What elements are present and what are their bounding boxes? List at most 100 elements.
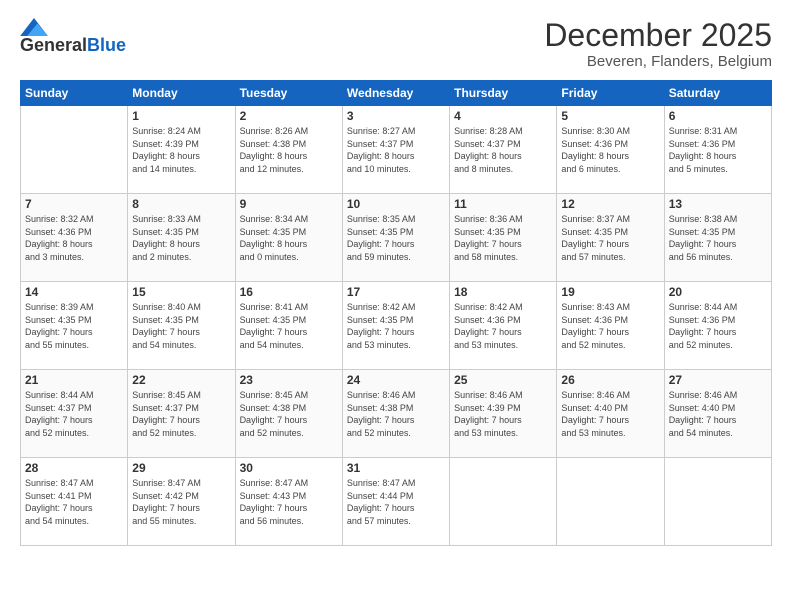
calendar-cell: 25 Sunrise: 8:46 AM Sunset: 4:39 PM Dayli… [450,370,557,458]
calendar-cell: 21Sunrise: 8:44 AM Sunset: 4:37 PM Dayli… [21,370,128,458]
calendar-cell: 14Sunrise: 8:39 AM Sunset: 4:35 PM Dayli… [21,282,128,370]
day-number: 17 [347,285,445,299]
calendar-cell: 12 Sunrise: 8:37 AM Sunset: 4:35 PM Dayli… [557,194,664,282]
calendar-week-2: 7Sunrise: 8:32 AM Sunset: 4:36 PM Daylig… [21,194,772,282]
day-number: 9 [240,197,338,211]
weekday-tuesday: Tuesday [235,81,342,106]
day-number: 1 [132,109,230,123]
calendar-cell: 31 Sunrise: 8:47 AM Sunset: 4:44 PM Dayli… [342,458,449,546]
day-number: 19 [561,285,659,299]
day-number: 18 [454,285,552,299]
day-info: Sunrise: 8:35 AM Sunset: 4:35 PM Dayligh… [347,213,445,263]
day-number: 28 [25,461,123,475]
day-number: 3 [347,109,445,123]
day-number: 22 [132,373,230,387]
calendar-cell: 19 Sunrise: 8:43 AM Sunset: 4:36 PM Dayli… [557,282,664,370]
day-number: 23 [240,373,338,387]
weekday-wednesday: Wednesday [342,81,449,106]
day-info: Sunrise: 8:43 AM Sunset: 4:36 PM Dayligh… [561,301,659,351]
day-number: 14 [25,285,123,299]
calendar-cell: 5 Sunrise: 8:30 AM Sunset: 4:36 PM Daylig… [557,106,664,194]
day-number: 4 [454,109,552,123]
calendar-cell: 3 Sunrise: 8:27 AM Sunset: 4:37 PM Daylig… [342,106,449,194]
calendar-cell: 15 Sunrise: 8:40 AM Sunset: 4:35 PM Dayli… [128,282,235,370]
calendar-cell: 13Sunrise: 8:38 AM Sunset: 4:35 PM Dayli… [664,194,771,282]
calendar-cell: 24Sunrise: 8:46 AM Sunset: 4:38 PM Dayli… [342,370,449,458]
day-number: 15 [132,285,230,299]
day-info: Sunrise: 8:33 AM Sunset: 4:35 PM Dayligh… [132,213,230,263]
calendar-week-1: 1 Sunrise: 8:24 AM Sunset: 4:39 PM Daylig… [21,106,772,194]
day-number: 7 [25,197,123,211]
day-number: 2 [240,109,338,123]
day-info: Sunrise: 8:46 AM Sunset: 4:40 PM Dayligh… [561,389,659,439]
day-number: 27 [669,373,767,387]
day-info: Sunrise: 8:36 AM Sunset: 4:35 PM Dayligh… [454,213,552,263]
calendar-subtitle: Beveren, Flanders, Belgium [544,53,772,70]
day-number: 8 [132,197,230,211]
day-number: 21 [25,373,123,387]
day-info: Sunrise: 8:42 AM Sunset: 4:36 PM Dayligh… [454,301,552,351]
logo-blue: Blue [87,35,126,55]
calendar-table: SundayMondayTuesdayWednesdayThursdayFrid… [20,80,772,546]
calendar-cell: 7Sunrise: 8:32 AM Sunset: 4:36 PM Daylig… [21,194,128,282]
day-number: 16 [240,285,338,299]
day-number: 25 [454,373,552,387]
calendar-cell: 6Sunrise: 8:31 AM Sunset: 4:36 PM Daylig… [664,106,771,194]
day-number: 29 [132,461,230,475]
day-info: Sunrise: 8:27 AM Sunset: 4:37 PM Dayligh… [347,125,445,175]
day-info: Sunrise: 8:45 AM Sunset: 4:37 PM Dayligh… [132,389,230,439]
day-info: Sunrise: 8:34 AM Sunset: 4:35 PM Dayligh… [240,213,338,263]
calendar-title: December 2025 [544,18,772,53]
weekday-friday: Friday [557,81,664,106]
day-info: Sunrise: 8:45 AM Sunset: 4:38 PM Dayligh… [240,389,338,439]
calendar-cell: 2 Sunrise: 8:26 AM Sunset: 4:38 PM Daylig… [235,106,342,194]
calendar-cell [557,458,664,546]
day-info: Sunrise: 8:46 AM Sunset: 4:38 PM Dayligh… [347,389,445,439]
day-number: 30 [240,461,338,475]
calendar-cell [450,458,557,546]
calendar-cell: 28 Sunrise: 8:47 AM Sunset: 4:41 PM Dayli… [21,458,128,546]
calendar-cell: 27Sunrise: 8:46 AM Sunset: 4:40 PM Dayli… [664,370,771,458]
calendar-cell: 23 Sunrise: 8:45 AM Sunset: 4:38 PM Dayli… [235,370,342,458]
day-info: Sunrise: 8:47 AM Sunset: 4:44 PM Dayligh… [347,477,445,527]
logo: GeneralBlue [20,18,126,56]
calendar-cell: 10 Sunrise: 8:35 AM Sunset: 4:35 PM Dayli… [342,194,449,282]
day-info: Sunrise: 8:47 AM Sunset: 4:42 PM Dayligh… [132,477,230,527]
calendar-cell: 1 Sunrise: 8:24 AM Sunset: 4:39 PM Daylig… [128,106,235,194]
day-info: Sunrise: 8:42 AM Sunset: 4:35 PM Dayligh… [347,301,445,351]
calendar-cell: 30 Sunrise: 8:47 AM Sunset: 4:43 PM Dayli… [235,458,342,546]
calendar-cell: 17 Sunrise: 8:42 AM Sunset: 4:35 PM Dayli… [342,282,449,370]
header: GeneralBlue December 2025 Beveren, Fland… [20,18,772,70]
day-info: Sunrise: 8:31 AM Sunset: 4:36 PM Dayligh… [669,125,767,175]
calendar-week-5: 28 Sunrise: 8:47 AM Sunset: 4:41 PM Dayli… [21,458,772,546]
page: GeneralBlue December 2025 Beveren, Fland… [0,0,792,612]
day-number: 20 [669,285,767,299]
weekday-thursday: Thursday [450,81,557,106]
day-info: Sunrise: 8:37 AM Sunset: 4:35 PM Dayligh… [561,213,659,263]
day-info: Sunrise: 8:30 AM Sunset: 4:36 PM Dayligh… [561,125,659,175]
calendar-cell: 20 Sunrise: 8:44 AM Sunset: 4:36 PM Dayli… [664,282,771,370]
calendar-cell: 4Sunrise: 8:28 AM Sunset: 4:37 PM Daylig… [450,106,557,194]
day-number: 5 [561,109,659,123]
day-info: Sunrise: 8:47 AM Sunset: 4:41 PM Dayligh… [25,477,123,527]
weekday-saturday: Saturday [664,81,771,106]
day-number: 31 [347,461,445,475]
calendar-week-4: 21Sunrise: 8:44 AM Sunset: 4:37 PM Dayli… [21,370,772,458]
day-number: 11 [454,197,552,211]
day-number: 12 [561,197,659,211]
calendar-cell: 9 Sunrise: 8:34 AM Sunset: 4:35 PM Daylig… [235,194,342,282]
title-section: December 2025 Beveren, Flanders, Belgium [544,18,772,70]
calendar-cell: 16Sunrise: 8:41 AM Sunset: 4:35 PM Dayli… [235,282,342,370]
day-info: Sunrise: 8:46 AM Sunset: 4:39 PM Dayligh… [454,389,552,439]
day-info: Sunrise: 8:47 AM Sunset: 4:43 PM Dayligh… [240,477,338,527]
logo-icon [20,18,48,36]
calendar-cell: 29 Sunrise: 8:47 AM Sunset: 4:42 PM Dayli… [128,458,235,546]
day-info: Sunrise: 8:40 AM Sunset: 4:35 PM Dayligh… [132,301,230,351]
day-info: Sunrise: 8:44 AM Sunset: 4:36 PM Dayligh… [669,301,767,351]
day-info: Sunrise: 8:24 AM Sunset: 4:39 PM Dayligh… [132,125,230,175]
day-number: 10 [347,197,445,211]
calendar-week-3: 14Sunrise: 8:39 AM Sunset: 4:35 PM Dayli… [21,282,772,370]
calendar-cell: 22 Sunrise: 8:45 AM Sunset: 4:37 PM Dayli… [128,370,235,458]
calendar-cell: 11 Sunrise: 8:36 AM Sunset: 4:35 PM Dayli… [450,194,557,282]
day-info: Sunrise: 8:26 AM Sunset: 4:38 PM Dayligh… [240,125,338,175]
